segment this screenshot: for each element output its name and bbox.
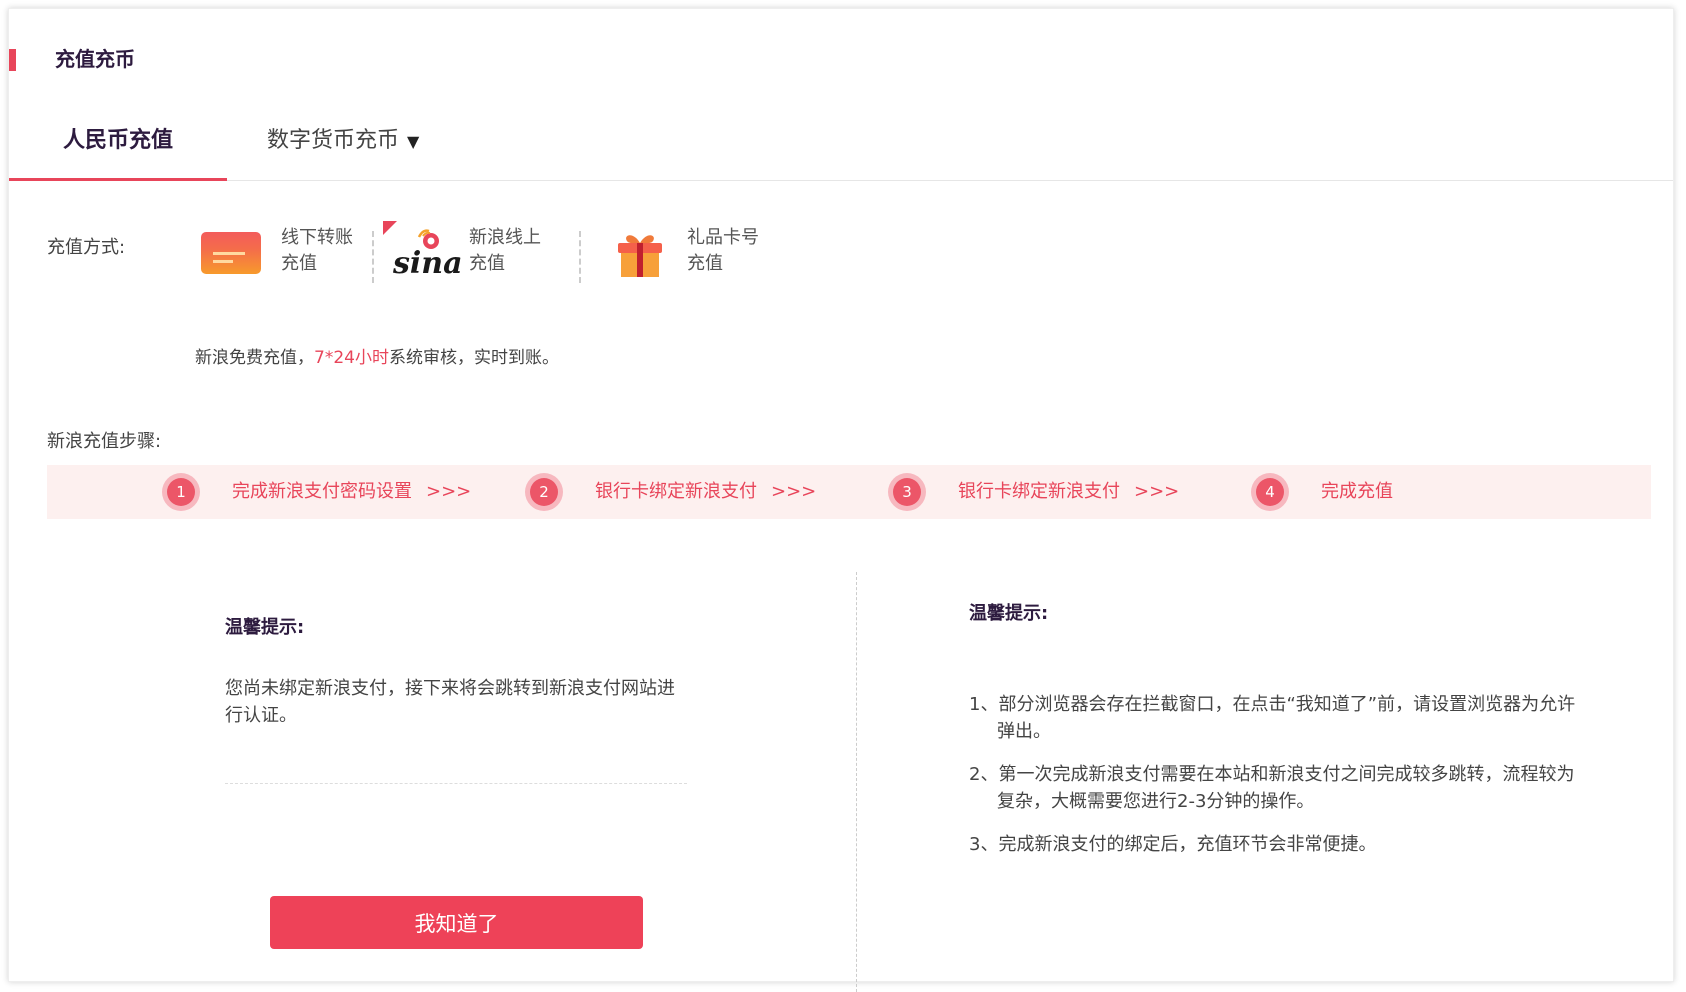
caret-down-icon: ▼: [407, 132, 420, 151]
gift-box-icon: [618, 235, 662, 277]
method-offline-text: 线下转账 充值: [281, 225, 391, 277]
step-number-badge: 4: [1251, 473, 1289, 511]
tab-bar: 人民币充值 数字货币充币 ▼: [9, 109, 1673, 181]
tip-item: 3、完成新浪支付的绑定后，充值环节会非常便捷。: [969, 834, 1377, 855]
page-title: 充值充币: [55, 47, 135, 71]
sina-recharge-note: 新浪免费充值，7*24小时系统审核，实时到账。: [195, 343, 559, 368]
method-sina-text: 新浪线上 充值: [469, 225, 579, 277]
note-suffix: 系统审核，实时到账。: [388, 348, 559, 368]
step-number-badge: 3: [888, 473, 926, 511]
got-it-button[interactable]: 我知道了: [270, 896, 643, 949]
step-number: 4: [1256, 478, 1284, 506]
tip-item: 2、第一次完成新浪支付需要在本站和新浪支付之间完成较多跳转，流程较为复杂，大概需…: [969, 764, 1575, 812]
tab-crypto-label: 数字货币充币: [267, 128, 400, 153]
panel-header: 充值充币: [9, 45, 1673, 73]
note-highlight: 7*24小时: [314, 348, 389, 368]
method-gift-line2: 充值: [687, 253, 723, 274]
method-sina-line1: 新浪线上: [469, 227, 541, 248]
step-arrows: >>>: [1134, 481, 1180, 502]
steps-progress-bar: 1 完成新浪支付密码设置 >>> 2 银行卡绑定新浪支付 >>> 3 银行卡绑定新浪…: [47, 465, 1651, 519]
step-label: 银行卡绑定新浪支付: [958, 481, 1120, 502]
method-gift-line1: 礼品卡号: [687, 227, 759, 248]
tip-divider: [225, 783, 687, 784]
step-label: 完成充值: [1321, 481, 1393, 502]
title-accent-bar: [9, 49, 16, 71]
step-number: 2: [530, 478, 558, 506]
sina-logo-icon: sina: [392, 229, 463, 281]
bank-card-icon: [201, 232, 261, 274]
method-sina-line2: 充值: [469, 253, 505, 274]
tip-left-body: 您尚未绑定新浪支付，接下来将会跳转到新浪支付网站进行认证。: [225, 678, 675, 726]
tip-left-title: 温馨提示:: [225, 617, 305, 638]
method-gift-text: 礼品卡号 充值: [687, 225, 797, 277]
content-divider: [856, 572, 857, 992]
step-number-badge: 1: [162, 473, 200, 511]
step-text: 银行卡绑定新浪支付 >>>: [958, 465, 1179, 519]
step-number: 1: [167, 478, 195, 506]
step-text: 完成新浪支付密码设置 >>>: [232, 465, 471, 519]
method-offline-line1: 线下转账: [281, 227, 353, 248]
tip-right-list: 1、部分浏览器会存在拦截窗口，在点击“我知道了”前，请设置浏览器为允许弹出。 2…: [969, 691, 1589, 874]
tip-item: 1、部分浏览器会存在拦截窗口，在点击“我知道了”前，请设置浏览器为允许弹出。: [969, 694, 1576, 742]
method-offline-line2: 充值: [281, 253, 317, 274]
tab-crypto-deposit[interactable]: 数字货币充币 ▼: [267, 109, 419, 180]
tip-right-title: 温馨提示:: [969, 603, 1049, 624]
note-prefix: 新浪免费充值，: [195, 348, 314, 368]
method-divider: [579, 231, 581, 283]
step-label: 完成新浪支付密码设置: [232, 481, 412, 502]
step-number: 3: [893, 478, 921, 506]
step-text: 完成充值: [1321, 465, 1393, 519]
step-arrows: >>>: [771, 481, 817, 502]
steps-label: 新浪充值步骤:: [47, 431, 162, 452]
tab-rmb-recharge[interactable]: 人民币充值: [9, 109, 227, 181]
step-number-badge: 2: [525, 473, 563, 511]
method-divider: [372, 231, 374, 283]
recharge-method-label: 充值方式:: [47, 237, 126, 258]
step-arrows: >>>: [426, 481, 472, 502]
step-text: 银行卡绑定新浪支付 >>>: [595, 465, 816, 519]
step-label: 银行卡绑定新浪支付: [595, 481, 757, 502]
sina-logo-text: sina: [392, 246, 463, 281]
recharge-panel: 充值充币 人民币充值 数字货币充币 ▼ 充值方式: 线下转账 充值 sina 新浪…: [8, 8, 1674, 992]
